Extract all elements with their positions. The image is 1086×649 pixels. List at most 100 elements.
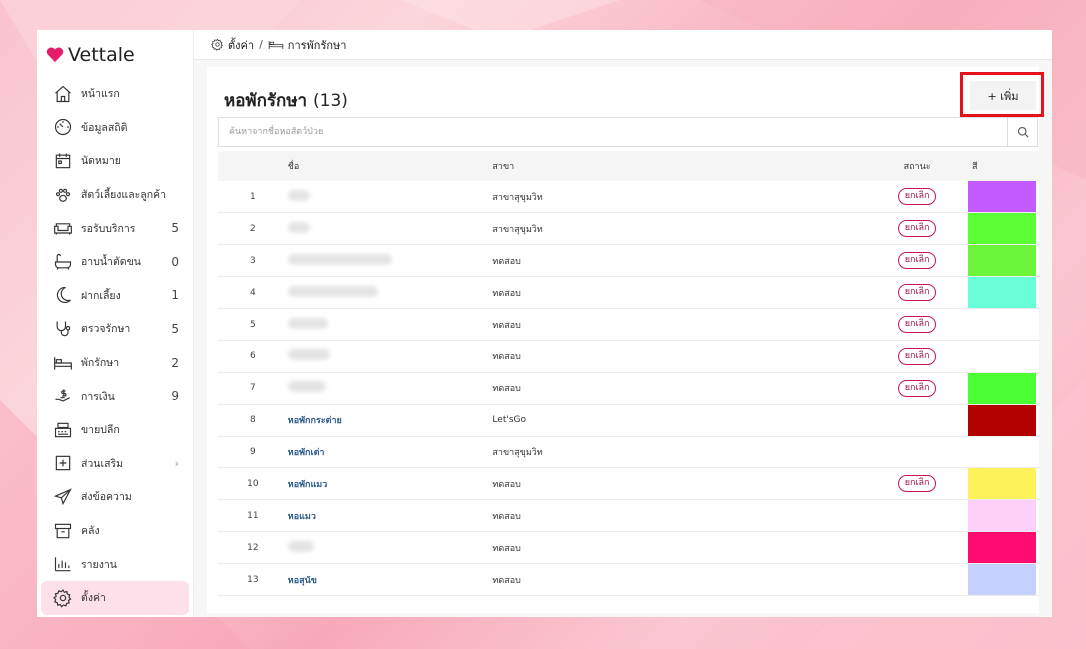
sidebar-item-appointments[interactable]: นัดหมาย	[41, 144, 189, 178]
row-number: 9	[250, 446, 256, 457]
sidebar-item-exam[interactable]: ตรวจรักษา 5	[41, 312, 189, 346]
row-number: 4	[250, 287, 256, 298]
color-swatch	[967, 213, 1036, 245]
bed-icon	[52, 352, 74, 374]
app-window: Vettale หน้าแรก ข้อมูลสถิติ นัดหมาย สัตว์เล…	[37, 30, 1052, 617]
bed-icon	[268, 38, 284, 51]
sidebar-item-inventory[interactable]: คลัง	[41, 514, 189, 548]
brand-name: Vettale	[68, 44, 135, 66]
sidebar-item-waiting[interactable]: รอรับบริการ 5	[41, 211, 189, 245]
sidebar-item-count: 0	[171, 254, 179, 269]
sidebar-item-grooming[interactable]: อาบน้ำตัดขน 0	[41, 245, 189, 279]
sofa-icon	[52, 217, 74, 239]
row-number: 10	[247, 478, 259, 489]
sidebar-item-finance[interactable]: การเงิน 9	[41, 379, 189, 413]
row-branch: ทดสอบ	[492, 320, 521, 331]
table-row[interactable]: 13 หอสุนัข ทดสอบ	[218, 564, 1040, 596]
row-color-cell	[967, 245, 1040, 277]
header-status[interactable]: สถานะ	[866, 151, 968, 181]
row-number: 1	[250, 191, 256, 202]
ward-name-link[interactable]: หอพักแมว	[288, 480, 328, 490]
status-badge: ยกเลิก	[897, 220, 937, 238]
redacted-name	[287, 349, 330, 361]
status-badge: ยกเลิก	[897, 284, 937, 302]
logo[interactable]: Vettale	[37, 33, 193, 77]
wards-card: หอพักรักษา (13) + เพิ่ม ชื่อ สาขา สถานะ	[207, 67, 1044, 613]
row-status-cell: ยกเลิก	[866, 245, 968, 277]
sidebar-item-label: ตั้งค่า	[81, 592, 106, 605]
table-row[interactable]: 12 ทดสอบ	[218, 532, 1040, 564]
sidebar-item-messages[interactable]: ส่งข้อความ	[41, 480, 189, 514]
breadcrumb-settings[interactable]: ตั้งค่า	[228, 36, 254, 54]
sidebar-item-settings[interactable]: ตั้งค่า	[41, 580, 189, 615]
table-row[interactable]: 5 ทดสอบ ยกเลิก	[218, 309, 1040, 341]
row-branch: สาขาสุขุมวิท	[492, 447, 543, 458]
sidebar-item-reports[interactable]: รายงาน	[41, 547, 189, 581]
row-name-cell	[287, 532, 493, 564]
table-row[interactable]: 9 หอพักเต่า สาขาสุขุมวิท	[218, 436, 1040, 468]
ward-name-link[interactable]: หอสุนัข	[288, 576, 317, 586]
row-name-cell: หอพักแมว	[288, 468, 493, 500]
table-row[interactable]: 10 หอพักแมว ทดสอบ ยกเลิก	[218, 468, 1040, 500]
redacted-name	[287, 540, 314, 552]
main-area: ตั้งค่า / การพักรักษา หอพักรักษา (13) + …	[194, 30, 1052, 617]
search-button[interactable]	[1007, 118, 1037, 146]
ward-name-link[interactable]: หอพักเต่า	[288, 448, 325, 458]
table-row[interactable]: 3 ทดสอบ ยกเลิก	[218, 245, 1040, 277]
search-input[interactable]	[219, 118, 1007, 146]
sidebar-item-stats[interactable]: ข้อมูลสถิติ	[41, 111, 189, 145]
sidebar-item-boarding[interactable]: ฝากเลี้ยง 1	[41, 279, 189, 313]
sidebar-item-addons[interactable]: ส่วนเสริม ›	[41, 447, 189, 481]
row-name-cell	[287, 340, 493, 372]
table-row[interactable]: 6 ทดสอบ ยกเลิก	[218, 340, 1040, 373]
row-branch: Let'sGo	[492, 415, 526, 426]
row-color-cell	[967, 468, 1040, 500]
color-swatch	[967, 245, 1036, 277]
redacted-name	[287, 381, 326, 393]
row-name-cell	[287, 309, 493, 341]
table-row[interactable]: 1 สาขาสุขุมวิท ยกเลิก	[218, 181, 1040, 213]
redacted-name	[287, 253, 392, 265]
row-name-cell: หอพักกระต่าย	[288, 404, 493, 436]
row-color-cell	[968, 309, 1040, 341]
row-number: 13	[247, 574, 259, 585]
breadcrumb-separator: /	[259, 38, 263, 51]
sidebar-item-label: ตรวจรักษา	[81, 323, 131, 336]
table-row[interactable]: 2 สาขาสุขุมวิท ยกเลิก	[218, 213, 1040, 245]
header-branch[interactable]: สาขา	[492, 151, 866, 181]
table-row[interactable]: 7 ทดสอบ ยกเลิก	[218, 372, 1040, 405]
ward-name-link[interactable]: หอแมว	[288, 512, 316, 522]
header-name[interactable]: ชื่อ	[288, 151, 493, 181]
row-status-cell: ยกเลิก	[866, 468, 968, 500]
send-icon	[52, 486, 74, 508]
row-status-cell: ยกเลิก	[866, 309, 968, 341]
sidebar-item-label: การเงิน	[81, 390, 115, 403]
ward-name-link[interactable]: หอพักกระต่าย	[288, 416, 342, 426]
table-row[interactable]: 4 ทดสอบ ยกเลิก	[218, 277, 1040, 309]
paw-icon	[52, 184, 74, 206]
color-swatch	[967, 372, 1036, 404]
status-badge: ยกเลิก	[897, 252, 937, 270]
row-name-cell: หอแมว	[288, 500, 493, 532]
wards-table: ชื่อ สาขา สถานะ สี 1 สาขาสุขุมวิท ยกเลิก 2 ส…	[218, 151, 1040, 596]
row-name-cell: หอสุนัข	[288, 564, 493, 596]
row-status-cell: ยกเลิก	[866, 372, 968, 404]
sidebar-item-label: ส่วนเสริม	[81, 457, 124, 470]
sidebar-item-count: 2	[171, 355, 179, 370]
row-color-cell	[968, 340, 1040, 372]
row-status-cell: ยกเลิก	[866, 213, 968, 245]
table-row[interactable]: 11 หอแมว ทดสอบ	[218, 500, 1040, 532]
table-row[interactable]: 8 หอพักกระต่าย Let'sGo	[218, 404, 1040, 437]
page-title-text: หอพักรักษา	[224, 91, 308, 111]
row-number: 8	[250, 415, 256, 426]
sidebar-item-pets[interactable]: สัตว์เลี้ยงและลูกค้า	[41, 178, 189, 212]
header-color[interactable]: สี	[968, 151, 1040, 181]
row-branch: ทดสอบ	[492, 543, 521, 554]
sidebar-item-retail[interactable]: ขายปลีก	[41, 413, 189, 447]
sidebar-item-count: 5	[171, 321, 179, 336]
header-number	[218, 151, 288, 181]
row-status-cell	[866, 436, 968, 468]
add-button[interactable]: + เพิ่ม	[970, 81, 1036, 110]
sidebar-item-admit[interactable]: พักรักษา 2	[41, 346, 189, 380]
sidebar-item-home[interactable]: หน้าแรก	[41, 77, 189, 111]
